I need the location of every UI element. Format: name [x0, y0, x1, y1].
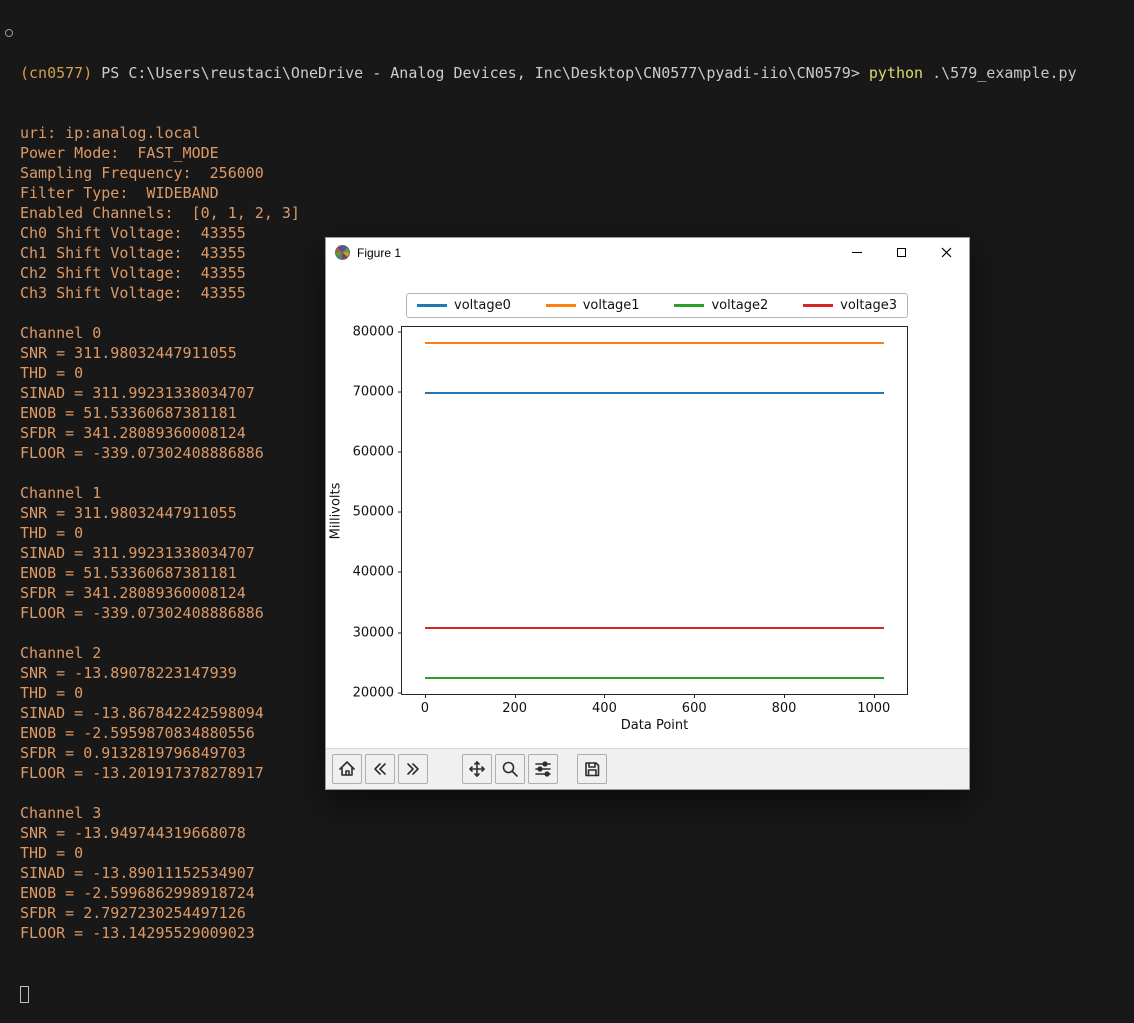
terminal-output-line: Power Mode: FAST_MODE — [20, 144, 219, 162]
terminal-output-line: SNR = -13.949744319668078 — [20, 824, 246, 842]
matplotlib-figure-window: Figure 1 voltage0 voltage1 voltage2 voltage… — [325, 237, 970, 790]
y-tick-label: 50000 — [352, 504, 394, 520]
legend-line-sample — [545, 304, 576, 307]
matplotlib-logo-icon — [335, 245, 350, 260]
terminal-output-line: uri: ip:analog.local — [20, 124, 201, 142]
plot-toolbar — [326, 748, 969, 789]
y-tick — [398, 571, 402, 573]
minimize-button[interactable] — [834, 238, 879, 267]
configure-subplots-icon — [535, 761, 551, 777]
conda-env-label: (cn0577) — [20, 64, 93, 82]
window-titlebar[interactable]: Figure 1 — [326, 238, 969, 267]
x-tick — [604, 694, 606, 698]
legend-label: voltage3 — [840, 298, 897, 313]
legend-label: voltage2 — [711, 298, 769, 313]
terminal-output-line: SINAD = -13.89011152534907 — [20, 864, 255, 882]
terminal-output-line: Filter Type: WIDEBAND — [20, 184, 219, 202]
terminal-output-line: THD = 0 — [20, 844, 84, 862]
terminal-output-line: Sampling Frequency: 256000 — [20, 164, 264, 182]
y-tick-label: 40000 — [352, 564, 394, 580]
x-tick — [514, 694, 516, 698]
prompt-command-args: .\579_example.py — [923, 64, 1077, 82]
home-button[interactable] — [332, 754, 362, 784]
terminal-output-line: Enabled Channels: [0, 1, 2, 3] — [20, 204, 300, 222]
legend-line-sample — [674, 304, 705, 307]
terminal-prompt-line: (cn0577) PS C:\Users\reustaci\OneDrive -… — [20, 63, 1077, 83]
legend-label: voltage1 — [582, 298, 640, 313]
maximize-button[interactable] — [879, 238, 924, 267]
series-line-voltage3 — [424, 626, 885, 629]
x-tick-label: 200 — [502, 701, 528, 716]
minimize-icon — [851, 252, 862, 253]
x-tick-label: 1000 — [857, 701, 891, 716]
forward-icon — [407, 763, 419, 775]
x-tick — [873, 694, 875, 698]
terminal-cursor-line — [20, 983, 1077, 1003]
x-tick — [694, 694, 696, 698]
terminal-output-line: SFDR = 2.7927230254497126 — [20, 904, 246, 922]
window-title: Figure 1 — [357, 245, 402, 260]
pan-icon — [469, 761, 485, 777]
legend-entry-voltage2: voltage2 — [674, 298, 768, 313]
x-tick — [424, 694, 426, 698]
terminal-output-line: ENOB = -2.5996862998918724 — [20, 884, 255, 902]
back-icon — [374, 763, 386, 775]
home-icon — [339, 761, 355, 776]
terminal-cursor — [20, 985, 29, 1003]
series-line-voltage2 — [424, 677, 885, 680]
y-tick — [398, 391, 402, 393]
y-tick-label: 70000 — [352, 384, 394, 400]
prompt-path: PS C:\Users\reustaci\OneDrive - Analog D… — [92, 64, 860, 82]
x-tick-label: 400 — [592, 701, 617, 716]
x-axis-label: Data Point — [620, 718, 689, 733]
legend-entry-voltage3: voltage3 — [803, 298, 897, 313]
configure-subplots-button[interactable] — [528, 754, 558, 784]
x-tick-label: 800 — [771, 701, 797, 716]
plot-area[interactable]: Millivolts Data Point 20000 30000 40000 500… — [329, 324, 908, 733]
close-button[interactable] — [924, 238, 969, 267]
y-tick — [398, 692, 402, 694]
save-icon — [585, 762, 600, 777]
prompt-command: python — [859, 64, 924, 82]
y-tick-label: 80000 — [352, 324, 394, 340]
legend-line-sample — [417, 304, 447, 307]
zoom-button[interactable] — [495, 754, 525, 784]
series-line-voltage1 — [424, 342, 885, 345]
window-controls — [834, 238, 969, 267]
command-success-decoration-icon — [5, 29, 13, 37]
legend-line-sample — [803, 304, 834, 307]
y-tick-label: 20000 — [352, 685, 394, 701]
legend: voltage0 voltage1 voltage2 voltage3 — [406, 293, 908, 318]
pan-button[interactable] — [462, 754, 492, 784]
zoom-icon — [502, 761, 518, 777]
terminal-output-line: FLOOR = -13.14295529009023 — [20, 924, 255, 942]
y-tick-label: 30000 — [352, 625, 394, 641]
legend-entry-voltage0: voltage0 — [417, 298, 511, 313]
save-button[interactable] — [577, 754, 607, 784]
x-tick-label: 0 — [420, 701, 430, 716]
forward-button[interactable] — [398, 754, 428, 784]
figure-canvas: voltage0 voltage1 voltage2 voltage3 Millivo… — [326, 267, 969, 748]
y-tick — [398, 331, 402, 333]
x-tick-label: 600 — [681, 701, 707, 716]
y-axis-label: Millivolts — [328, 482, 344, 539]
x-tick — [784, 694, 785, 698]
y-tick — [398, 511, 402, 513]
close-icon — [941, 247, 952, 258]
terminal-output-line: Channel 3 — [20, 804, 102, 822]
y-tick-label: 60000 — [352, 444, 394, 460]
series-line-voltage0 — [424, 391, 885, 394]
legend-entry-voltage1: voltage1 — [545, 298, 640, 313]
y-tick — [398, 451, 402, 453]
back-button[interactable] — [365, 754, 395, 784]
y-tick — [398, 632, 402, 634]
maximize-icon — [897, 248, 906, 257]
legend-label: voltage0 — [454, 298, 511, 313]
